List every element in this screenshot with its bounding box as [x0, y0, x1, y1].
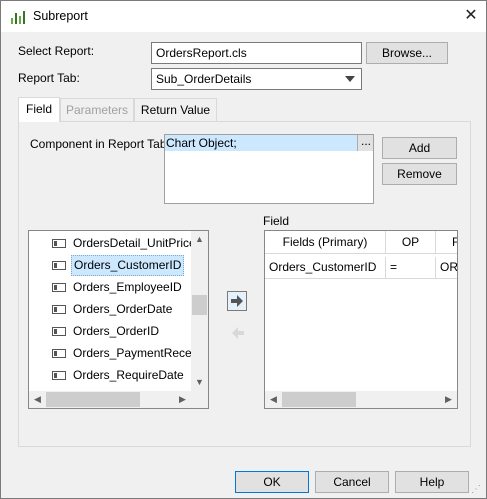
- column-header-op[interactable]: OP: [386, 231, 436, 254]
- scroll-down-icon[interactable]: ▼: [191, 374, 208, 391]
- field-icon: [52, 327, 66, 336]
- component-label: Component in Report Tab:: [30, 137, 170, 151]
- browse-button[interactable]: Browse...: [366, 42, 448, 64]
- field-grid-hscrollbar[interactable]: ◀ ▶: [265, 391, 457, 408]
- move-right-button[interactable]: [227, 291, 247, 311]
- scroll-right-icon[interactable]: ▶: [440, 391, 457, 408]
- remove-button[interactable]: Remove: [382, 163, 457, 185]
- select-report-field[interactable]: OrdersReport.cls: [151, 42, 362, 64]
- scroll-up-icon[interactable]: ▲: [191, 231, 208, 248]
- report-tab-combo-value: Sub_OrderDetails: [156, 72, 252, 86]
- scroll-corner: [191, 391, 208, 408]
- scroll-right-icon[interactable]: ▶: [174, 391, 191, 408]
- chevron-down-icon: [345, 76, 355, 82]
- component-ellipsis-button[interactable]: ...: [357, 135, 373, 151]
- field-grid[interactable]: Fields (Primary) OP F Orders_CustomerID …: [264, 230, 458, 409]
- select-report-label: Select Report:: [18, 44, 95, 58]
- column-header-f[interactable]: F: [436, 231, 457, 254]
- column-header-fields[interactable]: Fields (Primary): [265, 231, 386, 254]
- tab-field[interactable]: Field: [18, 97, 60, 122]
- add-button[interactable]: Add: [382, 137, 457, 159]
- close-icon[interactable]: ✕: [459, 5, 483, 27]
- arrow-left-icon: [232, 327, 244, 339]
- subreport-dialog: Subreport ✕ Select Report: OrdersReport.…: [0, 0, 487, 499]
- field-icon: [52, 261, 66, 270]
- report-tab-combo[interactable]: Sub_OrderDetails: [151, 68, 362, 90]
- grid-cell-field[interactable]: Orders_CustomerID: [265, 257, 386, 279]
- field-list[interactable]: OrdersDetail_UnitPrice Orders_CustomerID…: [28, 230, 209, 409]
- help-button[interactable]: Help: [395, 471, 469, 493]
- title-bar: Subreport ✕: [1, 1, 486, 32]
- scroll-left-icon[interactable]: ◀: [265, 391, 282, 408]
- arrow-right-icon: [231, 295, 243, 307]
- tab-return-value[interactable]: Return Value: [134, 98, 217, 122]
- field-icon: [52, 349, 66, 358]
- chart-bars-icon: [11, 11, 25, 24]
- report-tab-label: Report Tab:: [18, 71, 80, 85]
- vscroll-thumb[interactable]: [192, 295, 207, 315]
- move-left-button[interactable]: [227, 323, 247, 343]
- tab-parameters[interactable]: Parameters: [60, 98, 134, 122]
- resize-grip-icon[interactable]: ⋰: [471, 483, 485, 497]
- component-box[interactable]: Chart Object; ...: [164, 134, 374, 204]
- hscroll-thumb[interactable]: [46, 392, 140, 407]
- window-title: Subreport: [33, 9, 88, 23]
- field-icon: [52, 239, 66, 248]
- field-icon: [52, 305, 66, 314]
- field-icon: [52, 283, 66, 292]
- ok-button[interactable]: OK: [235, 471, 309, 493]
- scroll-left-icon[interactable]: ◀: [29, 391, 46, 408]
- component-value: Chart Object;: [165, 135, 357, 151]
- cancel-button[interactable]: Cancel: [315, 471, 389, 493]
- field-grid-title: Field: [263, 214, 290, 228]
- field-list-vscrollbar[interactable]: ▲ ▼: [191, 231, 208, 391]
- hscroll-thumb[interactable]: [282, 392, 356, 407]
- field-list-hscrollbar[interactable]: ◀ ▶: [29, 391, 191, 408]
- field-icon: [52, 371, 66, 380]
- grid-cell-f[interactable]: ORI: [436, 257, 457, 279]
- grid-cell-op[interactable]: =: [386, 257, 436, 279]
